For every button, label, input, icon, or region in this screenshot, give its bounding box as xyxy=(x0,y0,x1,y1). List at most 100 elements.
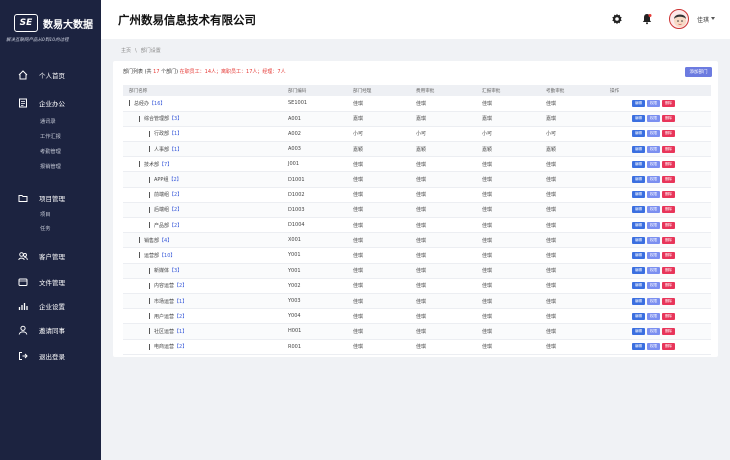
delete-button[interactable]: 删除 xyxy=(662,251,675,259)
sidebar-subitem-project[interactable]: 项目 xyxy=(40,211,50,218)
delete-button[interactable]: 删除 xyxy=(662,99,675,107)
edit-button[interactable]: 编辑 xyxy=(632,115,645,123)
sidebar-item-office[interactable]: 企业办公 xyxy=(18,98,65,108)
expense-approver: 佳琪 xyxy=(410,217,476,234)
chevron-down-icon[interactable] xyxy=(711,17,715,20)
edit-button[interactable]: 编辑 xyxy=(632,327,645,335)
dept-name[interactable]: 新媒体 xyxy=(154,268,169,274)
permission-button[interactable]: 权限 xyxy=(647,160,660,168)
permission-button[interactable]: 权限 xyxy=(647,297,660,305)
sidebar-subitem-reimbursement[interactable]: 报销管理 xyxy=(40,163,61,170)
dept-name-cell: 内容运营【2】 xyxy=(123,278,282,294)
breadcrumb-home[interactable]: 主页 xyxy=(121,48,131,54)
permission-button[interactable]: 权限 xyxy=(647,115,660,123)
sidebar-item-files[interactable]: 文件管理 xyxy=(18,277,65,287)
delete-button[interactable]: 删除 xyxy=(662,145,675,153)
delete-button[interactable]: 删除 xyxy=(662,327,675,335)
delete-button[interactable]: 删除 xyxy=(662,130,675,138)
permission-button[interactable]: 权限 xyxy=(647,282,660,290)
dept-name-cell: 技术部【7】 xyxy=(123,156,282,173)
permission-button[interactable]: 权限 xyxy=(647,267,660,275)
sidebar-item-projects[interactable]: 项目管理 xyxy=(18,193,65,203)
dept-name[interactable]: 总经办 xyxy=(134,101,149,107)
permission-button[interactable]: 权限 xyxy=(647,206,660,214)
edit-button[interactable]: 编辑 xyxy=(632,99,645,107)
bell-icon[interactable] xyxy=(641,13,653,25)
delete-button[interactable]: 删除 xyxy=(662,191,675,199)
dept-name[interactable]: 销售部 xyxy=(144,238,159,244)
edit-button[interactable]: 编辑 xyxy=(632,312,645,320)
dept-name[interactable]: 市场运营 xyxy=(154,299,174,305)
expense-approver: 佳琪 xyxy=(410,96,476,112)
expense-approver: 佳琪 xyxy=(410,247,476,264)
sidebar-item-logout[interactable]: 退出登录 xyxy=(18,351,65,361)
permission-button[interactable]: 权限 xyxy=(647,251,660,259)
edit-button[interactable]: 编辑 xyxy=(632,221,645,229)
delete-button[interactable]: 删除 xyxy=(662,221,675,229)
permission-button[interactable]: 权限 xyxy=(647,236,660,244)
dept-name[interactable]: 行政部 xyxy=(154,131,169,137)
sidebar-item-settings[interactable]: 企业设置 xyxy=(18,301,65,311)
delete-button[interactable]: 删除 xyxy=(662,267,675,275)
permission-button[interactable]: 权限 xyxy=(647,176,660,184)
dept-name[interactable]: APP组 xyxy=(154,177,168,183)
dept-name[interactable]: 运营部 xyxy=(144,253,159,259)
brand-logo[interactable]: SE 数易大数据 xyxy=(14,14,93,32)
edit-button[interactable]: 编辑 xyxy=(632,145,645,153)
delete-button[interactable]: 删除 xyxy=(662,206,675,214)
edit-button[interactable]: 编辑 xyxy=(632,160,645,168)
edit-button[interactable]: 编辑 xyxy=(632,282,645,290)
add-department-button[interactable]: 添加部门 xyxy=(685,67,712,77)
dept-name[interactable]: 前端组 xyxy=(154,192,169,198)
permission-button[interactable]: 权限 xyxy=(647,327,660,335)
sidebar-item-invite[interactable]: 邀请同事 xyxy=(18,325,65,335)
dept-name[interactable]: 综合管理部 xyxy=(144,116,169,122)
delete-button[interactable]: 删除 xyxy=(662,312,675,320)
sidebar-subitem-attendance[interactable]: 考勤管理 xyxy=(40,148,61,155)
edit-button[interactable]: 编辑 xyxy=(632,267,645,275)
delete-button[interactable]: 删除 xyxy=(662,343,675,351)
dept-name[interactable]: 用户运营 xyxy=(154,314,174,320)
edit-button[interactable]: 编辑 xyxy=(632,206,645,214)
delete-button[interactable]: 删除 xyxy=(662,282,675,290)
dept-name[interactable]: 技术部 xyxy=(144,162,159,168)
dept-name[interactable]: 后端组 xyxy=(154,207,169,213)
tree-branch-icon xyxy=(139,252,143,259)
permission-button[interactable]: 权限 xyxy=(647,145,660,153)
sidebar-subitem-task[interactable]: 任务 xyxy=(40,225,50,232)
avatar[interactable] xyxy=(669,9,689,29)
dept-code: Y004 xyxy=(282,308,347,325)
permission-button[interactable]: 权限 xyxy=(647,221,660,229)
user-name[interactable]: 佳琪 xyxy=(697,15,709,24)
permission-button[interactable]: 权限 xyxy=(647,343,660,351)
sidebar-subitem-contacts[interactable]: 通讯录 xyxy=(40,118,56,125)
dept-name[interactable]: 社区运营 xyxy=(154,329,174,335)
edit-button[interactable]: 编辑 xyxy=(632,251,645,259)
dept-name[interactable]: 人事部 xyxy=(154,147,169,153)
gear-icon[interactable] xyxy=(611,13,623,25)
delete-button[interactable]: 删除 xyxy=(662,176,675,184)
permission-button[interactable]: 权限 xyxy=(647,99,660,107)
sidebar-item-label: 企业办公 xyxy=(39,100,65,108)
delete-button[interactable]: 删除 xyxy=(662,297,675,305)
delete-button[interactable]: 删除 xyxy=(662,160,675,168)
edit-button[interactable]: 编辑 xyxy=(632,297,645,305)
edit-button[interactable]: 编辑 xyxy=(632,236,645,244)
dept-name[interactable]: 内容运营 xyxy=(154,283,174,289)
edit-button[interactable]: 编辑 xyxy=(632,176,645,184)
dept-name[interactable]: 电商运营 xyxy=(154,344,174,350)
sidebar-subitem-work-report[interactable]: 工作汇报 xyxy=(40,133,61,140)
delete-button[interactable]: 删除 xyxy=(662,236,675,244)
dept-member-count: 【1】 xyxy=(169,146,183,153)
delete-button[interactable]: 删除 xyxy=(662,115,675,123)
permission-button[interactable]: 权限 xyxy=(647,130,660,138)
edit-button[interactable]: 编辑 xyxy=(632,130,645,138)
edit-button[interactable]: 编辑 xyxy=(632,191,645,199)
edit-button[interactable]: 编辑 xyxy=(632,343,645,351)
dept-name[interactable]: 产品部 xyxy=(154,223,169,229)
permission-button[interactable]: 权限 xyxy=(647,191,660,199)
sidebar-item-customers[interactable]: 客户管理 xyxy=(18,251,65,261)
table-row: APP组【2】 D1001 佳琪 佳琪 佳琪 佳琪 编辑 权限 删除 xyxy=(123,171,711,188)
permission-button[interactable]: 权限 xyxy=(647,312,660,320)
sidebar-item-home[interactable]: 个人首页 xyxy=(18,70,65,80)
